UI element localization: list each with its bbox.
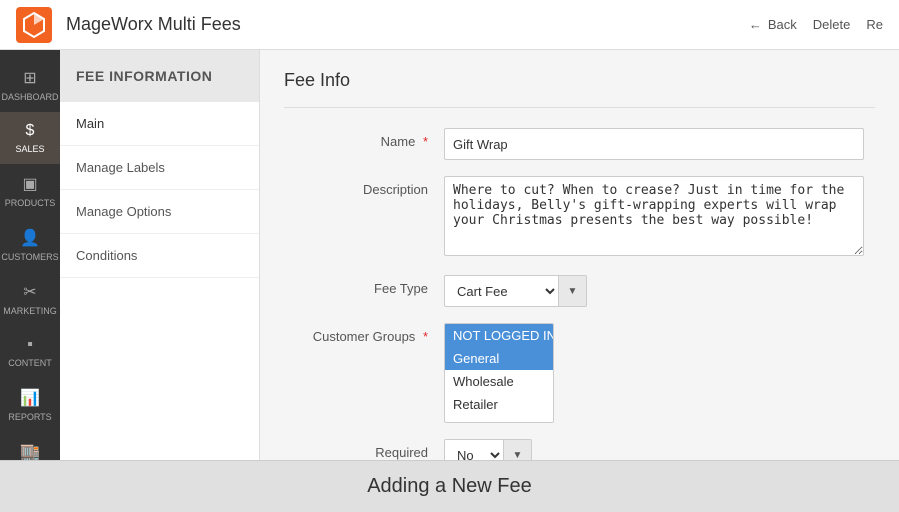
content-area: Fee Info Name * Description Where to cut… bbox=[260, 50, 899, 460]
page-title: Fee Info bbox=[284, 70, 875, 91]
fee-sidebar-item-conditions[interactable]: Conditions bbox=[60, 234, 259, 278]
sidebar-item-label: CUSTOMERS bbox=[1, 252, 58, 262]
name-row: Name * bbox=[284, 128, 875, 160]
fee-type-row: Fee Type Cart Fee Product Fee Shipping F… bbox=[284, 275, 875, 307]
name-label: Name * bbox=[284, 128, 444, 149]
fee-sidebar-item-manage-options[interactable]: Manage Options bbox=[60, 190, 259, 234]
sidebar-item-label: CONTENT bbox=[8, 358, 52, 368]
required-arrow-button[interactable]: ▼ bbox=[504, 439, 532, 460]
description-textarea[interactable]: Where to cut? When to crease? Just in ti… bbox=[444, 176, 864, 256]
top-bar-actions: ← Back Delete Re bbox=[749, 17, 883, 32]
dashboard-icon: ⊞ bbox=[23, 68, 36, 88]
customers-icon: 👤 bbox=[20, 228, 40, 248]
sidebar-item-content[interactable]: ▪ CONTENT bbox=[0, 326, 60, 378]
customer-groups-control: NOT LOGGED IN General Wholesale Retailer bbox=[444, 323, 864, 423]
fee-type-select-group: Cart Fee Product Fee Shipping Fee ▼ bbox=[444, 275, 864, 307]
marketing-icon: ✂ bbox=[23, 282, 36, 302]
reports-icon: 📊 bbox=[20, 388, 40, 408]
magento-logo-icon bbox=[20, 11, 48, 39]
re-button[interactable]: Re bbox=[866, 17, 883, 32]
sidebar-item-dashboard[interactable]: ⊞ DASHBOARD bbox=[0, 58, 60, 112]
sidebar-item-label: SALES bbox=[15, 144, 44, 154]
back-button[interactable]: ← Back bbox=[749, 17, 797, 32]
sidebar-item-label: PRODUCTS bbox=[5, 198, 56, 208]
description-control: Where to cut? When to crease? Just in ti… bbox=[444, 176, 864, 259]
required-row: Required No Yes ▼ Note: if the "Required… bbox=[284, 439, 875, 460]
sidebar-item-sales[interactable]: $ SALES bbox=[0, 112, 60, 164]
app-title: MageWorx Multi Fees bbox=[66, 14, 749, 35]
sidebar-item-products[interactable]: ▣ PRODUCTS bbox=[0, 164, 60, 218]
main-layout: ⊞ DASHBOARD $ SALES ▣ PRODUCTS 👤 CUSTOME… bbox=[0, 50, 899, 460]
name-control bbox=[444, 128, 864, 160]
delete-button[interactable]: Delete bbox=[813, 17, 851, 32]
back-arrow-icon: ← bbox=[749, 17, 762, 32]
sidebar-item-label: REPORTS bbox=[8, 412, 51, 422]
app-logo bbox=[16, 7, 52, 43]
required-select-group: No Yes ▼ bbox=[444, 439, 864, 460]
sidebar-item-label: MARKETING bbox=[3, 306, 57, 316]
sidebar-item-label: DASHBOARD bbox=[2, 92, 59, 102]
sidebar-item-stores[interactable]: 🏬 STORES bbox=[0, 432, 60, 460]
products-icon: ▣ bbox=[22, 174, 37, 194]
name-input[interactable] bbox=[444, 128, 864, 160]
bottom-bar: Adding a New Fee bbox=[0, 460, 899, 512]
fee-type-arrow-button[interactable]: ▼ bbox=[559, 275, 587, 307]
fee-sidebar: FEE INFORMATION Main Manage Labels Manag… bbox=[60, 50, 260, 460]
bottom-bar-text: Adding a New Fee bbox=[367, 475, 532, 498]
top-bar: MageWorx Multi Fees ← Back Delete Re bbox=[0, 0, 899, 50]
description-label: Description bbox=[284, 176, 444, 197]
stores-icon: 🏬 bbox=[20, 442, 40, 460]
required-select[interactable]: No Yes bbox=[444, 439, 504, 460]
sidebar-item-reports[interactable]: 📊 REPORTS bbox=[0, 378, 60, 432]
fee-type-select[interactable]: Cart Fee Product Fee Shipping Fee bbox=[444, 275, 559, 307]
sidebar-item-marketing[interactable]: ✂ MARKETING bbox=[0, 272, 60, 326]
required-star: * bbox=[423, 134, 428, 149]
required-star-groups: * bbox=[423, 329, 428, 344]
customer-groups-row: Customer Groups * NOT LOGGED IN General … bbox=[284, 323, 875, 423]
fee-type-control: Cart Fee Product Fee Shipping Fee ▼ bbox=[444, 275, 864, 307]
divider bbox=[284, 107, 875, 108]
sales-icon: $ bbox=[26, 122, 35, 140]
sidebar-nav: ⊞ DASHBOARD $ SALES ▣ PRODUCTS 👤 CUSTOME… bbox=[0, 50, 60, 460]
fee-sidebar-item-manage-labels[interactable]: Manage Labels bbox=[60, 146, 259, 190]
sidebar-item-customers[interactable]: 👤 CUSTOMERS bbox=[0, 218, 60, 272]
fee-sidebar-item-main[interactable]: Main bbox=[60, 102, 259, 146]
required-label: Required bbox=[284, 439, 444, 460]
fee-sidebar-header: FEE INFORMATION bbox=[60, 50, 259, 102]
fee-type-label: Fee Type bbox=[284, 275, 444, 296]
content-icon: ▪ bbox=[27, 336, 33, 354]
customer-groups-select[interactable]: NOT LOGGED IN General Wholesale Retailer bbox=[444, 323, 554, 423]
required-control: No Yes ▼ Note: if the "Required" field i… bbox=[444, 439, 864, 460]
customer-groups-label: Customer Groups * bbox=[284, 323, 444, 344]
description-row: Description Where to cut? When to crease… bbox=[284, 176, 875, 259]
